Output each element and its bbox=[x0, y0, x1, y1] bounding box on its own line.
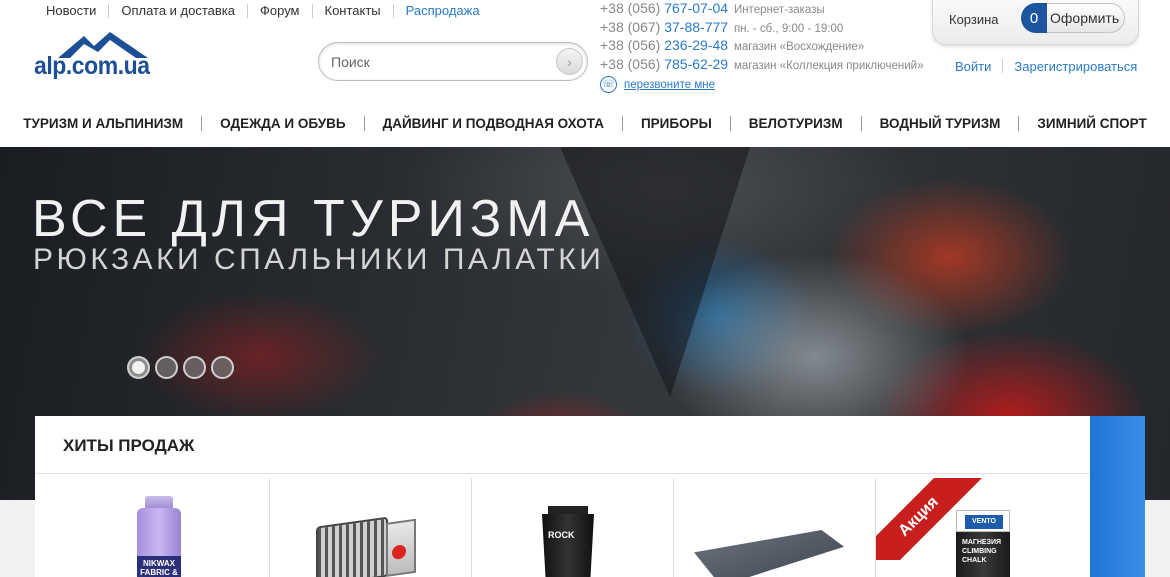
phone-row: +38 (056) 236-29-48 магазин «Восхождение… bbox=[600, 37, 923, 56]
bestsellers-section: ХИТЫ ПРОДАЖ NIKWAX FABRIC & ROCK Акция V… bbox=[35, 416, 1090, 577]
phone-number[interactable]: 785-62-29 bbox=[664, 56, 728, 72]
nav-item-cycling[interactable]: ВЕЛОТУРИЗМ bbox=[731, 115, 862, 131]
cart-label: Корзина bbox=[949, 12, 999, 27]
phone-code: +38 (056) bbox=[600, 37, 661, 53]
top-link-sale[interactable]: Распродажа bbox=[394, 4, 492, 18]
tube-top: VENTO bbox=[956, 510, 1010, 532]
phone-list: +38 (056) 767-07-04 Интернет-заказы +38 … bbox=[600, 0, 923, 74]
search-input[interactable] bbox=[331, 51, 551, 73]
nav-item-water[interactable]: ВОДНЫЙ ТУРИЗМ bbox=[862, 115, 1020, 131]
phone-number[interactable]: 37-88-777 bbox=[664, 19, 728, 35]
top-link-payment-delivery[interactable]: Оплата и доставка bbox=[109, 4, 248, 18]
product-image bbox=[694, 530, 844, 577]
callback-label[interactable]: перезвоните мне bbox=[624, 79, 715, 91]
side-accent-bar bbox=[1090, 416, 1145, 500]
site-logo[interactable]: alp.com.ua bbox=[34, 32, 150, 84]
hero-subline: РЮКЗАКИ СПАЛЬНИКИ ПАЛАТКИ bbox=[33, 243, 605, 276]
top-links: Новости Оплата и доставка Форум Контакты… bbox=[34, 4, 492, 18]
checkout-button[interactable]: 0 Оформить bbox=[1021, 3, 1125, 33]
nav-item-devices[interactable]: ПРИБОРЫ bbox=[623, 115, 731, 131]
top-link-contacts[interactable]: Контакты bbox=[313, 4, 394, 18]
slider-dot[interactable] bbox=[155, 356, 178, 379]
nav-item-diving[interactable]: ДАЙВИНГ И ПОДВОДНАЯ ОХОТА bbox=[365, 115, 623, 131]
phone-code: +38 (056) bbox=[600, 55, 661, 72]
product-label: NIKWAX FABRIC & bbox=[137, 556, 181, 577]
nav-item-winter[interactable]: ЗИМНИЙ СПОРТ bbox=[1019, 116, 1164, 131]
phone-note: магазин «Восхождение» bbox=[733, 41, 865, 53]
search-box: › bbox=[318, 42, 588, 81]
phone-number[interactable]: 767-07-04 bbox=[664, 0, 728, 16]
heater-grill bbox=[316, 516, 388, 577]
auth-divider bbox=[1002, 59, 1004, 73]
product-image: VENTO МАГНЕЗИЯ CLIMBING CHALK bbox=[956, 510, 1010, 577]
main-nav: ТУРИЗМ И АЛЬПИНИЗМ ОДЕЖДА И ОБУВЬ ДАЙВИН… bbox=[0, 109, 1170, 137]
phone-note: Интернет-заказы bbox=[733, 4, 825, 16]
product-image bbox=[316, 513, 416, 577]
login-link[interactable]: Войти bbox=[955, 59, 991, 74]
tube-body: МАГНЕЗИЯ CLIMBING CHALK bbox=[956, 532, 1010, 577]
section-title: ХИТЫ ПРОДАЖ bbox=[63, 436, 195, 455]
slider-dots bbox=[127, 356, 239, 379]
product-label: ROCK bbox=[548, 530, 575, 540]
phone-row: +38 (056) 767-07-04 Интернет-заказы bbox=[600, 0, 923, 19]
product-image: NIKWAX FABRIC & bbox=[137, 496, 181, 577]
product-image: ROCK bbox=[542, 506, 594, 577]
nav-item-tourism[interactable]: ТУРИЗМ И АЛЬПИНИЗМ bbox=[5, 115, 203, 131]
top-link-news[interactable]: Новости bbox=[34, 4, 110, 18]
product-label: МАГНЕЗИЯ CLIMBING CHALK bbox=[962, 539, 1002, 564]
slider-dot[interactable] bbox=[183, 356, 206, 379]
product-brand: VENTO bbox=[965, 515, 1003, 529]
slider-dot[interactable] bbox=[127, 356, 150, 379]
search-submit-button[interactable]: › bbox=[556, 48, 583, 75]
section-divider bbox=[35, 473, 1090, 474]
callback-link[interactable]: ☏ перезвоните мне bbox=[600, 76, 715, 93]
phone-row: +38 (056) 785-62-29 магазин «Коллекция п… bbox=[600, 56, 923, 75]
cart-panel: Корзина 0 Оформить bbox=[932, 0, 1139, 45]
hero-headline: ВСЕ ДЛЯ ТУРИЗМА bbox=[32, 190, 595, 248]
tube-body bbox=[542, 514, 594, 577]
product-card[interactable]: NIKWAX FABRIC & bbox=[35, 478, 270, 577]
phone-code: +38 (067) bbox=[600, 18, 661, 35]
side-accent-bar-lower bbox=[1090, 500, 1145, 577]
product-card[interactable] bbox=[270, 478, 472, 577]
logo-text: alp.com.ua bbox=[34, 52, 150, 80]
auth-links: Войти Зарегистрироваться bbox=[955, 59, 1137, 74]
cart-count-badge: 0 bbox=[1021, 3, 1047, 33]
product-card[interactable] bbox=[674, 478, 876, 577]
nav-item-clothing[interactable]: ОДЕЖДА И ОБУВЬ bbox=[202, 115, 365, 131]
phone-number[interactable]: 236-29-48 bbox=[664, 37, 728, 53]
phone-row: +38 (067) 37-88-777 пн. - сб., 9:00 - 19… bbox=[600, 19, 923, 38]
phone-note: пн. - сб., 9:00 - 19:00 bbox=[733, 22, 844, 35]
register-link[interactable]: Зарегистрироваться bbox=[1014, 59, 1137, 74]
phone-code: +38 (056) bbox=[600, 0, 661, 16]
chevron-right-icon: › bbox=[567, 53, 572, 70]
checkout-label: Оформить bbox=[1050, 10, 1120, 26]
phone-note: магазин «Коллекция приключений» bbox=[733, 59, 924, 72]
product-card[interactable]: ROCK bbox=[472, 478, 674, 577]
top-link-forum[interactable]: Форум bbox=[248, 4, 313, 18]
phone-icon: ☏ bbox=[600, 76, 617, 93]
product-card[interactable]: Акция VENTO МАГНЕЗИЯ CLIMBING CHALK bbox=[876, 478, 1090, 577]
slider-dot[interactable] bbox=[211, 356, 234, 379]
